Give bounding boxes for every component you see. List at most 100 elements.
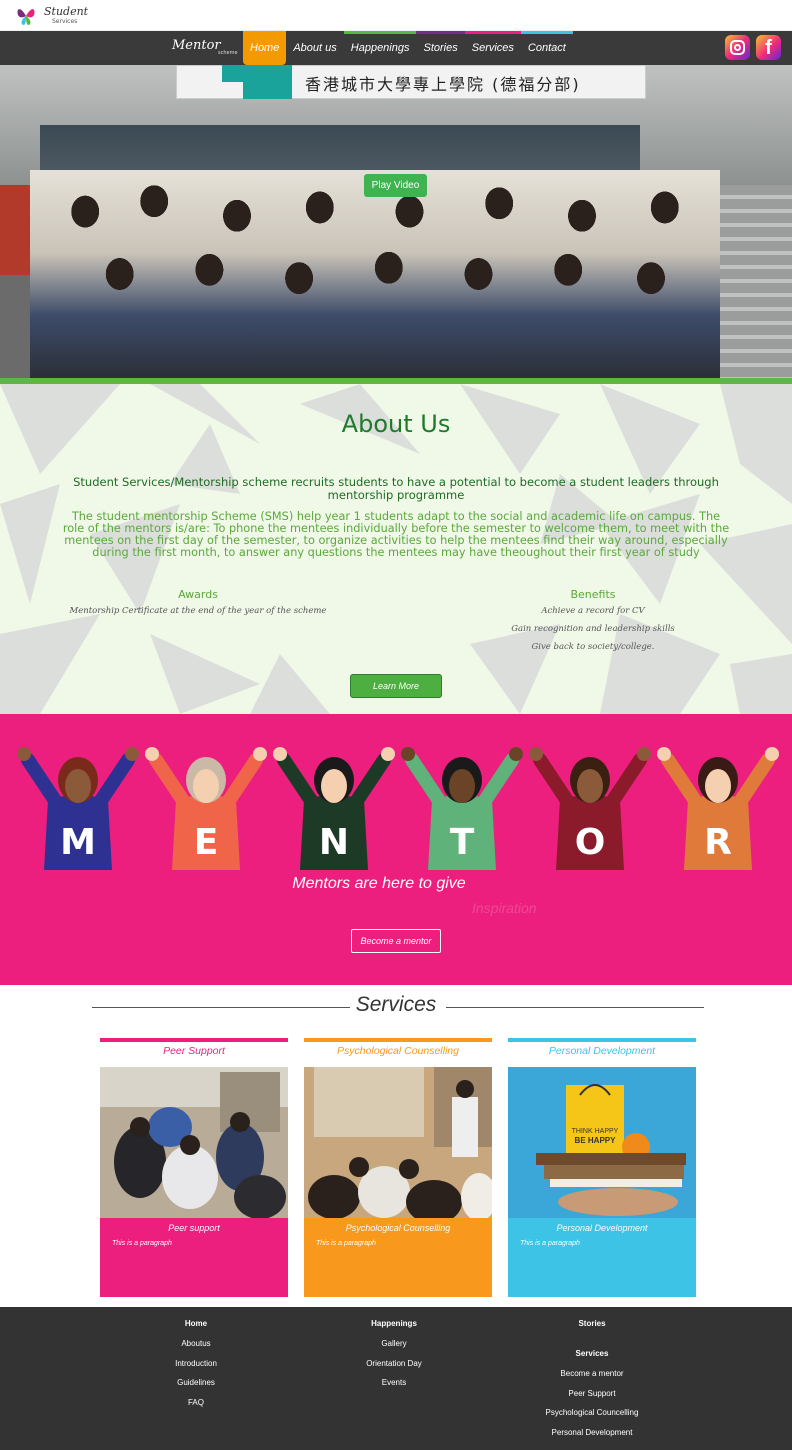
- footer-link[interactable]: Gallery: [314, 1334, 474, 1354]
- mentor-figure-t: T: [401, 747, 523, 870]
- student-group-photo: [30, 170, 720, 378]
- card-body: Peer support This is a paragraph: [100, 1218, 288, 1297]
- card-body-paragraph: This is a paragraph: [316, 1240, 376, 1247]
- site-logo-subtext: Services: [52, 18, 78, 25]
- mentor-tagline-text: Mentors are here to give: [292, 875, 466, 892]
- become-mentor-button[interactable]: Become a mentor: [351, 929, 441, 953]
- mentor-letter: T: [450, 822, 475, 863]
- nav-item-services[interactable]: Services: [464, 31, 521, 65]
- nav-item-color-bar: [286, 31, 344, 34]
- site-logo-text[interactable]: Student: [44, 6, 88, 17]
- mentor-figure-r: R: [657, 747, 779, 870]
- counselling-photo: [304, 1067, 492, 1218]
- services-section: Services Peer Support Peer support This …: [0, 985, 792, 1307]
- awards-title: Awards: [178, 588, 218, 601]
- mentor-fading-word: Inspiration: [472, 900, 537, 916]
- card-body-title: Personal Development: [556, 1223, 648, 1233]
- services-title: Services: [355, 993, 437, 1016]
- footer-spacer: [512, 1334, 672, 1344]
- footer-link[interactable]: Guidelines: [116, 1373, 276, 1393]
- mentor-figure-m: M: [17, 747, 139, 870]
- about-section: About Us Student Services/Mentorship sch…: [0, 384, 792, 714]
- mentor-letter: N: [319, 822, 349, 863]
- benefits-title: Benefits: [570, 588, 616, 601]
- play-video-button[interactable]: Play Video: [364, 174, 427, 197]
- footer-heading[interactable]: Stories: [512, 1314, 672, 1334]
- footer-link[interactable]: Events: [314, 1373, 474, 1393]
- card-body-title: Peer support: [168, 1223, 220, 1233]
- footer-link[interactable]: Introduction: [116, 1354, 276, 1374]
- learn-more-button[interactable]: Learn More: [350, 674, 442, 698]
- nav-menu: Home About us Happenings Stories Services Con…: [243, 31, 573, 65]
- card-title: Psychological Counselling: [337, 1045, 459, 1057]
- nav-item-color-bar: [464, 31, 521, 34]
- footer-link[interactable]: Aboutus: [116, 1334, 276, 1354]
- box-text-2: BE HAPPY: [575, 1136, 617, 1145]
- card-body: Psychological Counselling This is a para…: [304, 1218, 492, 1297]
- nav-item-label: Contact: [527, 42, 566, 54]
- footer-link[interactable]: FAQ: [116, 1393, 276, 1413]
- mentor-figure-e: E: [145, 747, 267, 870]
- footer-heading[interactable]: Happenings: [314, 1314, 474, 1334]
- service-card-psychological-counselling[interactable]: Psychological Counselling Psychological …: [304, 1038, 492, 1297]
- nav-item-color-bar: [416, 31, 465, 34]
- nav-item-label: Services: [471, 42, 514, 54]
- footer-column-home: Home Aboutus Introduction Guidelines FAQ: [116, 1314, 276, 1412]
- card-body-paragraph: This is a paragraph: [112, 1240, 172, 1247]
- nav-item-stories[interactable]: Stories: [416, 31, 465, 65]
- footer-link[interactable]: Become a mentor: [512, 1364, 672, 1384]
- benefits-item: Give back to society/college.: [531, 642, 655, 652]
- card-title: Peer Support: [163, 1045, 225, 1057]
- mentor-letter: O: [575, 822, 606, 863]
- about-description: The student mentorship Scheme (SMS) help…: [62, 510, 730, 559]
- peer-support-photo: [100, 1067, 288, 1218]
- card-accent-bar: [508, 1038, 696, 1042]
- card-body-title: Psychological Counselling: [345, 1223, 451, 1233]
- mentor-banner: M E N T O R Mentors are here to give Inspirat…: [0, 714, 792, 985]
- nav-item-home[interactable]: Home: [243, 31, 287, 65]
- footer-heading[interactable]: Services: [512, 1344, 672, 1364]
- mentor-tagline: Mentors are here to give: [0, 875, 792, 893]
- card-body: Personal Development This is a paragraph: [508, 1218, 696, 1297]
- footer-link[interactable]: Peer Support: [512, 1384, 672, 1404]
- instagram-icon[interactable]: [725, 35, 750, 60]
- mentor-letter: E: [194, 822, 219, 863]
- college-sign-text: 香港城市大學專上學院 (德福分部): [305, 75, 581, 94]
- butterfly-logo-icon: [17, 9, 35, 25]
- service-card-personal-development[interactable]: Personal Development THINK HAPPY BE HAPP…: [508, 1038, 696, 1297]
- facebook-icon[interactable]: f: [756, 35, 781, 60]
- awards-item: Mentorship Certificate at the end of the…: [69, 606, 327, 616]
- about-subtitle: Student Services/Mentorship scheme recru…: [73, 475, 719, 502]
- about-title: About Us: [341, 410, 451, 438]
- mentor-letter: M: [60, 822, 96, 863]
- top-logo-strip: Student Services: [0, 0, 792, 31]
- benefits-item: Gain recognition and leadership skills: [511, 624, 675, 634]
- card-body-paragraph: This is a paragraph: [520, 1240, 580, 1247]
- card-accent-bar: [304, 1038, 492, 1042]
- mentor-figure-o: O: [529, 747, 651, 870]
- nav-item-contact[interactable]: Contact: [520, 31, 573, 65]
- box-text-1: THINK HAPPY: [572, 1128, 619, 1135]
- card-accent-bar: [100, 1038, 288, 1042]
- benefits-item: Achieve a record for CV: [541, 606, 645, 616]
- footer-heading[interactable]: Home: [116, 1314, 276, 1334]
- service-card-peer-support[interactable]: Peer Support Peer support This is a para…: [100, 1038, 288, 1297]
- nav-item-about-us[interactable]: About us: [286, 31, 344, 65]
- nav-item-label: Stories: [423, 42, 458, 54]
- footer-link[interactable]: Psychological Councelling: [512, 1403, 672, 1423]
- nav-item-happenings[interactable]: Happenings: [343, 31, 417, 65]
- footer-link[interactable]: Personal Development: [512, 1423, 672, 1443]
- nav-item-label: About us: [293, 42, 337, 54]
- footer-column-stories: Stories Services Become a mentor Peer Suppo…: [512, 1314, 672, 1442]
- mentor-scheme-logo-sub: scheme: [218, 50, 238, 56]
- mentor-figure-n: N: [273, 747, 395, 870]
- site-footer: Home Aboutus Introduction Guidelines FAQ Hap…: [0, 1307, 792, 1450]
- footer-link[interactable]: Orientation Day: [314, 1354, 474, 1374]
- personal-development-photo: THINK HAPPY BE HAPPY: [508, 1067, 696, 1218]
- hero-photo-group: 香港城市大學專上學院 (德福分部) Play Video: [0, 65, 792, 378]
- footer-column-happenings: Happenings Gallery Orientation Day Events: [314, 1314, 474, 1393]
- nav-item-label: Home: [250, 42, 280, 54]
- card-title: Personal Development: [548, 1045, 656, 1057]
- mentor-scheme-logo[interactable]: Mentor: [172, 38, 221, 53]
- nav-item-color-bar: [343, 31, 417, 34]
